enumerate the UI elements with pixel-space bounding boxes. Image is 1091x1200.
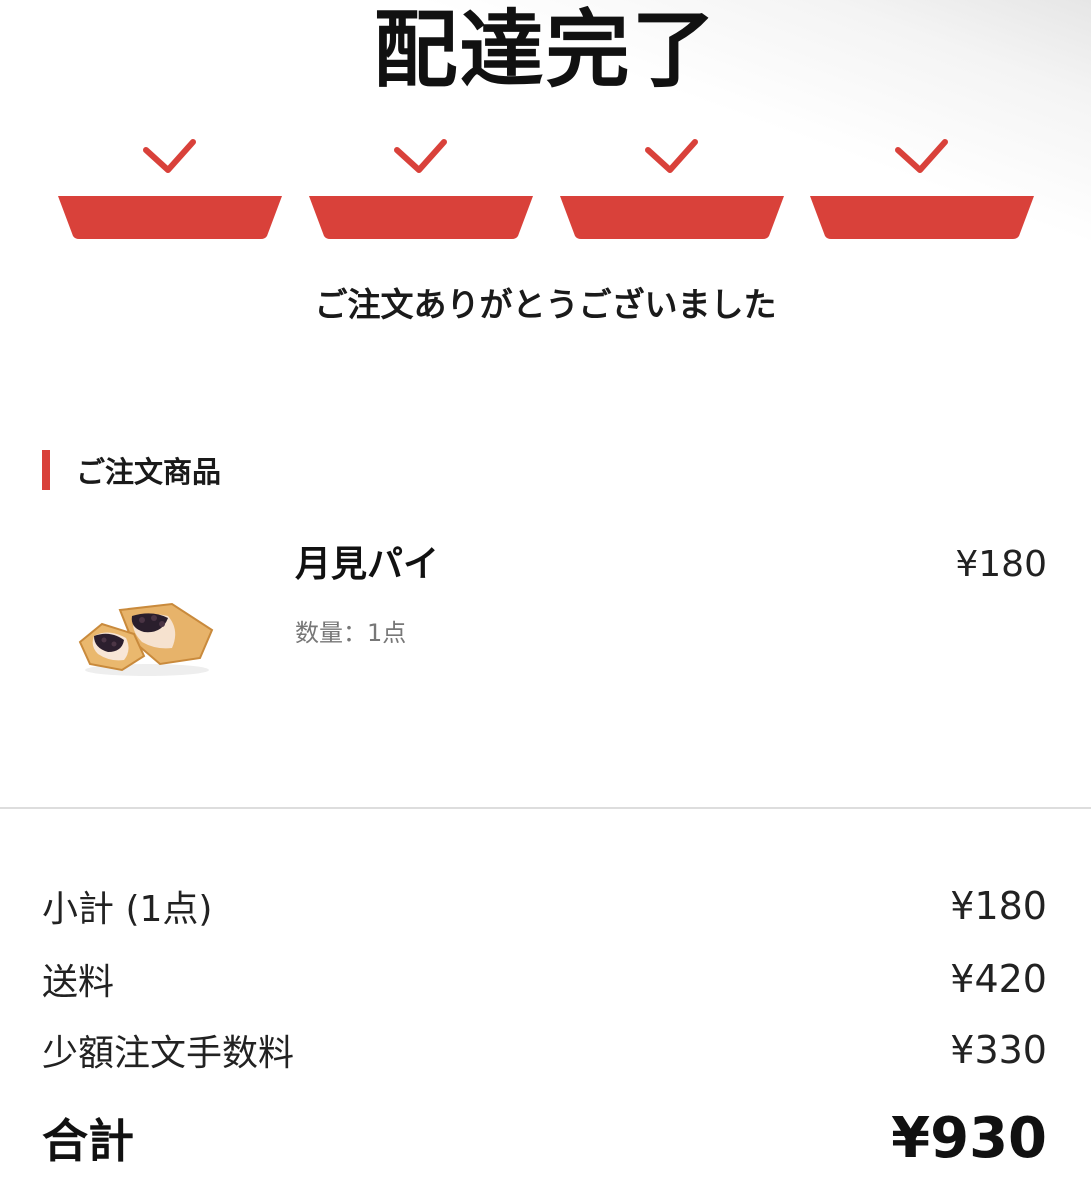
progress-step-2 [307,130,535,242]
subtotal-row: 小計 (1点) ¥180 [42,880,1047,932]
check-icon [394,139,447,173]
subtotal-value: ¥180 [950,884,1047,928]
page-title: 配達完了 [373,1,718,99]
shipping-label: 送料 [42,962,115,1003]
divider [0,807,1091,809]
total-row: 合計 ¥930 [42,1105,1047,1171]
small-order-fee-row: 少額注文手数料 ¥330 [42,1024,1047,1076]
pie-image [72,590,222,680]
step-bar [810,196,1034,239]
shipping-row: 送料 ¥420 [42,953,1047,1005]
progress-step-3 [558,130,786,242]
section-title: ご注文商品 [76,455,222,489]
item-quantity: 数量：1点 [295,619,407,647]
total-label: 合計 [42,1114,134,1168]
progress-step-1 [56,130,284,242]
shipping-value: ¥420 [950,957,1047,1001]
small-order-fee-label: 少額注文手数料 [42,1033,295,1074]
check-icon [645,139,698,173]
subtotal-label: 小計 (1点) [42,889,213,930]
step-bar [560,196,784,239]
step-bar [309,196,533,239]
thanks-message: ご注文ありがとうございました [314,285,777,324]
section-accent-bar [42,450,50,490]
progress-tracker [56,130,1036,242]
progress-step-4 [808,130,1036,242]
step-bar [58,196,282,239]
item-price: ¥180 [955,544,1047,585]
check-icon [143,139,196,173]
total-value: ¥930 [891,1105,1047,1171]
small-order-fee-value: ¥330 [950,1028,1047,1072]
item-name: 月見パイ [295,544,440,585]
order-items-header: ご注文商品 [42,450,221,490]
check-icon [895,139,948,173]
